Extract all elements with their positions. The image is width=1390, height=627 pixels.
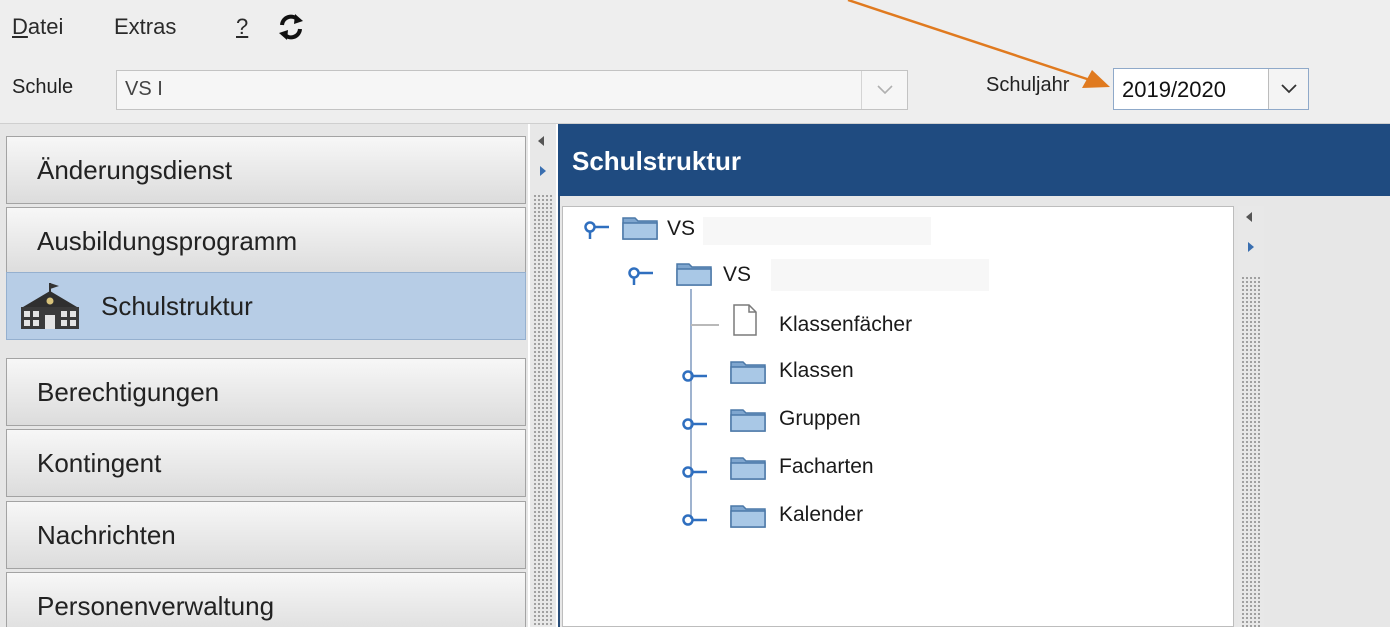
nav-item-schulstruktur[interactable]: Schulstruktur (6, 272, 526, 340)
inner-split-pane-divider[interactable] (1238, 206, 1264, 627)
collapse-left-icon[interactable] (538, 136, 544, 146)
school-select[interactable]: VS I (116, 70, 908, 110)
school-dropdown-button[interactable] (861, 71, 907, 109)
tree-expand-handle-icon[interactable] (583, 219, 613, 241)
tree-node-klassenfaecher[interactable]: Klassenfächer (779, 313, 912, 337)
nav-item-nachrichten[interactable]: Nachrichten (6, 501, 526, 569)
refresh-icon[interactable] (276, 12, 306, 42)
school-year-value: 2019/2020 (1122, 77, 1226, 102)
nav-item-label: Änderungsdienst (37, 154, 233, 185)
splitter-grip (1241, 276, 1261, 627)
menu-bar: Datei Extras ? (0, 0, 1390, 54)
nav-item-label: Schulstruktur (101, 290, 253, 321)
school-label: Schule (12, 76, 74, 98)
tree-collapse-handle-icon[interactable] (681, 413, 711, 435)
nav-item-personenverwaltung[interactable]: Personenverwaltung (6, 572, 526, 627)
nav-item-kontingent[interactable]: Kontingent (6, 429, 526, 497)
expand-right-icon[interactable] (540, 166, 546, 176)
tree-node-child-label[interactable]: VS (723, 263, 751, 287)
menu-extras[interactable]: Extras (114, 14, 176, 40)
nav-item-ausbildungsprogramm[interactable]: Ausbildungsprogramm (6, 207, 526, 275)
tree-expand-handle-icon[interactable] (627, 265, 657, 287)
expand-right-icon[interactable] (1248, 242, 1254, 252)
folder-icon (622, 217, 658, 240)
folder-icon (730, 505, 766, 528)
nav-item-label: Ausbildungsprogramm (37, 225, 298, 256)
tree-node-kalender[interactable]: Kalender (779, 503, 863, 527)
nav-item-label: Berechtigungen (37, 376, 220, 407)
collapse-left-icon[interactable] (1246, 212, 1252, 222)
folder-icon (730, 409, 766, 432)
nav-item-label: Kontingent (37, 447, 162, 478)
panel-title: Schulstruktur (572, 146, 742, 176)
content-area: VS VS Klassenfächer Klassen Gruppen Fach… (558, 196, 1390, 627)
menu-help[interactable]: ? (236, 14, 248, 40)
menu-datei[interactable]: Datei (12, 14, 63, 40)
tree-node-facharten[interactable]: Facharten (779, 455, 874, 479)
structure-tree[interactable]: VS VS Klassenfächer Klassen Gruppen Fach… (562, 206, 1234, 627)
folder-icon (730, 457, 766, 480)
redacted-text (771, 259, 989, 291)
school-year-dropdown-button[interactable] (1268, 69, 1308, 109)
folder-icon (676, 263, 712, 286)
tree-collapse-handle-icon[interactable] (681, 461, 711, 483)
navigation-panel: Änderungsdienst Ausbildungsprogramm Schu… (0, 124, 528, 627)
split-pane-divider[interactable] (530, 124, 556, 627)
chevron-down-icon (876, 85, 893, 95)
nav-item-aenderungsdienst[interactable]: Änderungsdienst (6, 136, 526, 204)
chevron-down-icon (1280, 84, 1297, 94)
document-icon (733, 304, 757, 336)
panel-header: Schulstruktur (558, 124, 1390, 196)
nav-item-label: Nachrichten (37, 519, 176, 550)
menu-datei-mnemonic: D (12, 14, 28, 39)
tree-node-gruppen[interactable]: Gruppen (779, 407, 861, 431)
nav-item-berechtigungen[interactable]: Berechtigungen (6, 358, 526, 426)
menu-datei-rest: atei (27, 14, 64, 39)
redacted-text (703, 217, 931, 245)
tree-collapse-handle-icon[interactable] (681, 509, 711, 531)
folder-icon (730, 361, 766, 384)
tree-node-root-label[interactable]: VS (667, 217, 695, 241)
splitter-grip (533, 194, 553, 627)
school-value: VS I (125, 78, 163, 100)
school-toolbar: Schule VS I Schuljahr 2019/2020 (0, 54, 1390, 124)
tree-node-klassen[interactable]: Klassen (779, 359, 854, 383)
tree-collapse-handle-icon[interactable] (681, 365, 711, 387)
nav-item-label: Personenverwaltung (37, 590, 275, 621)
year-label: Schuljahr (986, 74, 1070, 96)
school-icon (21, 283, 79, 329)
school-year-select[interactable]: 2019/2020 (1113, 68, 1309, 110)
